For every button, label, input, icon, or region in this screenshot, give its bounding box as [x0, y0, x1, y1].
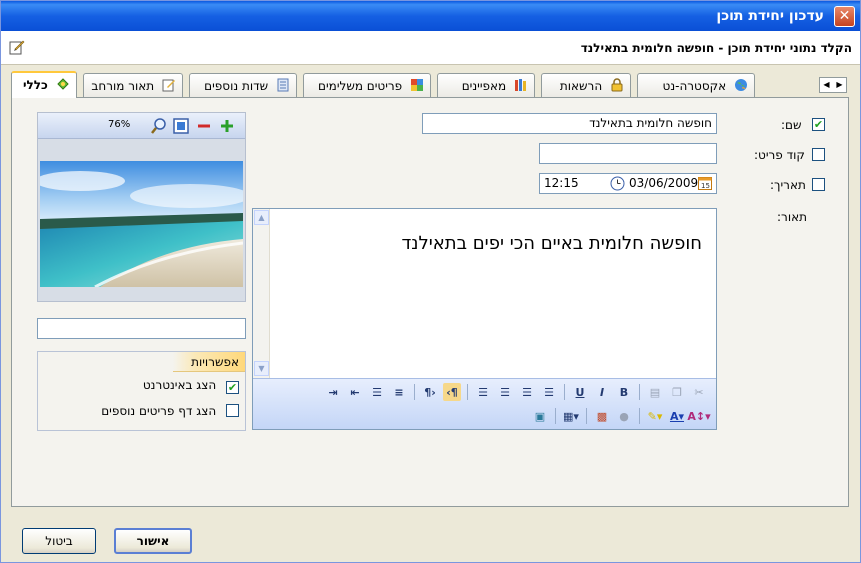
- paste-icon[interactable]: ▤: [646, 383, 664, 401]
- name-input[interactable]: חופשה חלומית בתאילנד: [422, 113, 717, 134]
- code-input[interactable]: [539, 143, 717, 164]
- tab-general[interactable]: כללי: [11, 71, 77, 98]
- show-internet-label: הצג באינטרנט: [142, 378, 217, 392]
- align-justify-icon[interactable]: ☰: [474, 383, 492, 401]
- ok-button[interactable]: אישור: [114, 528, 192, 554]
- dialog-window: עדכון יחידת תוכן ✕ הקלד נתוני יחידת תוכן…: [0, 0, 861, 563]
- code-label: קוד פריט:: [754, 148, 805, 162]
- tab-label: מאפיינים: [461, 79, 507, 93]
- window-title: עדכון יחידת תוכן: [716, 8, 824, 24]
- name-value: חופשה חלומית בתאילנד: [589, 116, 712, 130]
- beach-photo: [40, 161, 243, 287]
- cancel-button[interactable]: ביטול: [22, 528, 96, 554]
- puzzle-icon: [411, 79, 423, 91]
- insert-image-icon[interactable]: ▩: [593, 407, 611, 425]
- align-right-icon[interactable]: ☰: [496, 383, 514, 401]
- breadcrumb: הקלד נתוני יחידת תוכן - חופשה חלומית בתא…: [580, 41, 852, 55]
- align-center-icon[interactable]: ☰: [518, 383, 536, 401]
- tab-panel-general: ✔ שם: חופשה חלומית בתאילנד קוד פריט: תאר…: [11, 97, 849, 507]
- scroll-down-icon[interactable]: ▼: [254, 361, 269, 376]
- clock-icon[interactable]: [610, 176, 625, 191]
- tab-extended-description[interactable]: תאור מורחב: [83, 73, 183, 97]
- books-icon: [515, 79, 526, 91]
- toolbar-row-2: ▣ ▦▾ ▩ ● ✎▾ A▾ A↕▾: [529, 405, 711, 427]
- align-left-icon[interactable]: ☰: [540, 383, 558, 401]
- general-icon: [57, 78, 69, 90]
- scroll-up-icon[interactable]: ▲: [254, 210, 269, 225]
- tab-scroll-arrows[interactable]: ◀ ▶: [819, 77, 847, 93]
- tab-permissions[interactable]: הרשאות: [541, 73, 631, 97]
- image-caption-input[interactable]: [37, 318, 246, 339]
- title-bar[interactable]: עדכון יחידת תוכן ✕: [1, 1, 860, 31]
- numbered-list-icon[interactable]: ≡: [390, 383, 408, 401]
- tab-label: פריטים משלימים: [318, 79, 403, 93]
- time-value: 12:15: [544, 176, 579, 190]
- table-icon[interactable]: ▦▾: [562, 407, 580, 425]
- insert-media-icon[interactable]: ●: [615, 407, 633, 425]
- tab-complementary-items[interactable]: פריטים משלימים: [303, 73, 431, 97]
- indent-icon[interactable]: ⇥: [324, 383, 342, 401]
- date-checkbox[interactable]: [812, 178, 825, 191]
- tab-properties[interactable]: מאפיינים: [437, 73, 535, 97]
- tab-label: תאור מורחב: [91, 79, 155, 93]
- tab-extra-fields[interactable]: שדות נוספים: [189, 73, 297, 97]
- highlight-color-icon[interactable]: ✎▾: [646, 407, 664, 425]
- italic-icon[interactable]: I: [593, 383, 611, 401]
- option-show-internet[interactable]: ✔ הצג באינטרנט: [143, 378, 239, 394]
- bold-icon[interactable]: B: [615, 383, 633, 401]
- zoom-in-icon[interactable]: [218, 117, 236, 135]
- outdent-icon[interactable]: ⇤: [346, 383, 364, 401]
- tab-label: שדות נוספים: [204, 79, 269, 93]
- ltr-icon[interactable]: ¶›: [421, 383, 439, 401]
- option-show-extra-page[interactable]: הצג דף פריטים נוספים: [101, 404, 239, 418]
- tab-scroll-left-icon[interactable]: ◀: [820, 78, 833, 92]
- date-time-input[interactable]: 12:15 03/06/2009 15: [539, 173, 717, 194]
- zoom-out-icon[interactable]: [195, 117, 213, 135]
- rtl-icon[interactable]: ‹¶: [443, 383, 461, 401]
- description-text[interactable]: חופשה חלומית באיים הכי יפים בתאילנד: [401, 233, 702, 254]
- zoom-icon[interactable]: [150, 117, 168, 135]
- show-internet-checkbox[interactable]: ✔: [226, 381, 239, 394]
- tab-label: כללי: [22, 78, 48, 92]
- show-extra-page-checkbox[interactable]: [226, 404, 239, 417]
- subheader: הקלד נתוני יחידת תוכן - חופשה חלומית בתא…: [1, 31, 860, 65]
- bullet-list-icon[interactable]: ☰: [368, 383, 386, 401]
- image-panel: 76%: [37, 112, 246, 302]
- tab-label: הרשאות: [559, 79, 603, 93]
- cut-icon[interactable]: ✂: [690, 383, 708, 401]
- date-value: 03/06/2009: [629, 176, 699, 190]
- show-extra-page-label: הצג דף פריטים נוספים: [101, 404, 217, 418]
- fit-image-icon[interactable]: [172, 117, 190, 135]
- editor-scrollbar[interactable]: ▲ ▼: [253, 209, 270, 378]
- font-size-icon[interactable]: A↕▾: [687, 407, 710, 425]
- date-label: תאריך:: [770, 178, 806, 192]
- description-label: תאור:: [777, 210, 807, 224]
- calendar-icon[interactable]: 15: [698, 177, 712, 190]
- svg-text:15: 15: [701, 182, 710, 190]
- pencil-icon: [9, 40, 25, 55]
- tab-label: אקסטרה-נט: [662, 79, 727, 93]
- toolbar-row-1: ⇥ ⇤ ☰ ≡ ¶› ‹¶ ☰ ☰ ☰ ☰ U I B ▤ ❐ ✂: [322, 381, 710, 403]
- image-toolbar: 76%: [38, 113, 245, 139]
- insert-link-icon[interactable]: ▣: [531, 407, 549, 425]
- code-checkbox[interactable]: [812, 148, 825, 161]
- lock-icon: [611, 78, 623, 92]
- name-checkbox[interactable]: ✔: [812, 118, 825, 131]
- underline-icon[interactable]: U: [571, 383, 589, 401]
- description-editor[interactable]: ▲ ▼ חופשה חלומית באיים הכי יפים בתאילנד …: [252, 208, 717, 430]
- close-button[interactable]: ✕: [834, 6, 855, 27]
- copy-icon[interactable]: ❐: [668, 383, 686, 401]
- zoom-level: 76%: [108, 119, 131, 130]
- fields-icon: [277, 78, 289, 92]
- options-box: אפשרויות ✔ הצג באינטרנט הצג דף פריטים נו…: [37, 351, 246, 431]
- globe-icon: [735, 79, 747, 91]
- editor-toolbar: ⇥ ⇤ ☰ ≡ ¶› ‹¶ ☰ ☰ ☰ ☰ U I B ▤ ❐ ✂ ▣ ▦▾ ▩…: [253, 378, 716, 429]
- tab-extranet[interactable]: אקסטרה-נט: [637, 73, 755, 97]
- name-label: שם:: [781, 118, 802, 132]
- font-color-icon[interactable]: A▾: [668, 407, 686, 425]
- options-title: אפשרויות: [173, 352, 245, 372]
- tab-strip: כללי תאור מורחב שדות נוספים פריטים משלימ…: [11, 71, 849, 98]
- edit-icon: [162, 79, 175, 92]
- tab-scroll-right-icon[interactable]: ▶: [833, 78, 846, 92]
